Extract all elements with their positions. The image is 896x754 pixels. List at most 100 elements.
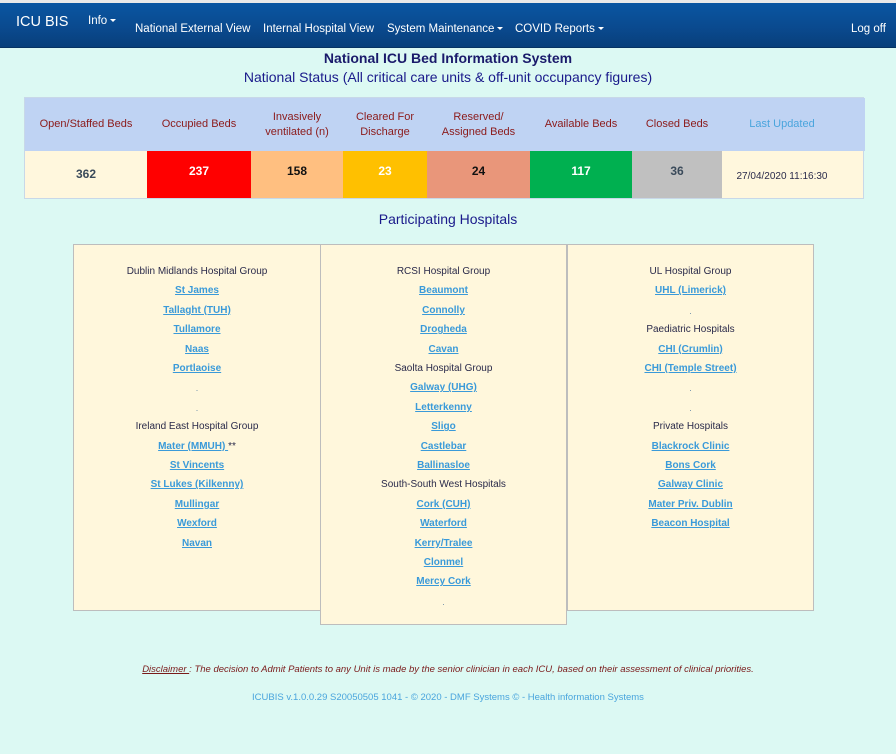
list-item: Portlaoise [74, 362, 320, 376]
hospital-link-tullamore[interactable]: Tullamore [173, 324, 220, 335]
list-item: Wexford [74, 517, 320, 531]
hospital-link-st-vincents[interactable]: St Vincents [170, 460, 224, 471]
hospital-link-mater-priv-dublin[interactable]: Mater Priv. Dublin [648, 499, 732, 510]
header-last-updated: Last Updated [749, 118, 815, 130]
disclaimer-text: : The decision to Admit Patients to any … [189, 664, 754, 675]
hospital-note-marker: ** [228, 440, 236, 452]
hospital-link-chi-crumlin[interactable]: CHI (Crumlin) [658, 344, 722, 355]
spacer-dot: . [442, 596, 445, 607]
nav-info-dropdown[interactable]: Info [88, 15, 117, 27]
list-item: St Lukes (Kilkenny) [74, 478, 320, 492]
list-item: Tullamore [74, 323, 320, 337]
hospital-link-letterkenny[interactable]: Letterkenny [415, 402, 472, 413]
header-reserved-assigned-beds: Reserved/ Assigned Beds [441, 110, 516, 138]
list-item: Cavan [321, 343, 566, 357]
list-item: Waterford [321, 517, 566, 531]
hospital-link-drogheda[interactable]: Drogheda [420, 324, 467, 335]
list-item: Ballinasloe [321, 459, 566, 473]
hospital-link-portlaoise[interactable]: Portlaoise [173, 363, 221, 374]
list-item: UHL (Limerick) [568, 284, 813, 298]
hospital-link-wexford[interactable]: Wexford [177, 518, 217, 529]
hospital-link-bons-cork[interactable]: Bons Cork [665, 460, 716, 471]
logoff-link[interactable]: Log off [851, 23, 886, 35]
hospital-link-clonmel[interactable]: Clonmel [424, 557, 463, 568]
spacer-dot: . [689, 305, 692, 316]
list-item: St Vincents [74, 459, 320, 473]
value-open-staffed-beds: 362 [25, 151, 147, 198]
nav-internal-hospital-view[interactable]: Internal Hospital View [263, 23, 374, 35]
hospital-link-cavan[interactable]: Cavan [428, 344, 458, 355]
hospital-link-connolly[interactable]: Connolly [422, 305, 465, 316]
list-item: Sligo [321, 420, 566, 434]
hospital-link-mater-mmuh[interactable]: Mater (MMUH) [158, 441, 228, 452]
hospital-link-mullingar[interactable]: Mullingar [175, 499, 219, 510]
footer-version: ICUBIS v.1.0.0.29 S20050505 1041 - © 202… [252, 692, 644, 703]
list-item: Navan [74, 537, 320, 551]
value-last-updated: 27/04/2020 11:16:30 [736, 171, 828, 182]
list-item: Galway Clinic [568, 478, 813, 492]
header-closed-beds: Closed Beds [645, 118, 709, 130]
nav-system-maintenance-label: System Maintenance [387, 23, 495, 35]
list-item: Bons Cork [568, 459, 813, 473]
value-closed-beds: 36 [632, 151, 722, 198]
hospital-link-tallaght-tuh[interactable]: Tallaght (TUH) [163, 305, 231, 316]
spacer-dot: . [689, 402, 692, 413]
hospital-link-st-james[interactable]: St James [175, 285, 219, 296]
list-item: Mullingar [74, 498, 320, 512]
hospital-panel-1: Dublin Midlands Hospital Group St James Ta… [73, 244, 321, 611]
hospital-link-beacon-hospital[interactable]: Beacon Hospital [651, 518, 729, 529]
brand-logo[interactable]: ICU BIS [16, 14, 68, 30]
hospital-link-naas[interactable]: Naas [185, 344, 209, 355]
header-cleared-for-discharge: Cleared For Discharge [355, 110, 415, 138]
list-item: Mater Priv. Dublin [568, 498, 813, 512]
list-item: Galway (UHG) [321, 381, 566, 395]
group-heading-rcsi-hospital-group: RCSI Hospital Group [396, 266, 491, 277]
hospital-link-blackrock-clinic[interactable]: Blackrock Clinic [652, 441, 730, 452]
list-item: Clonmel [321, 556, 566, 570]
group-heading-saolta-hospital-group: Saolta Hospital Group [394, 363, 493, 374]
hospital-link-galway-clinic[interactable]: Galway Clinic [658, 479, 723, 490]
list-item: Naas [74, 343, 320, 357]
header-available-beds: Available Beds [544, 118, 618, 130]
list-item: Kerry/Tralee [321, 537, 566, 551]
value-cleared-for-discharge: 23 [343, 151, 427, 198]
hospital-link-st-lukes-kilkenny[interactable]: St Lukes (Kilkenny) [151, 479, 244, 490]
nav-system-maintenance-dropdown[interactable]: System Maintenance [387, 23, 504, 35]
group-heading-ul-hospital-group: UL Hospital Group [649, 266, 732, 277]
value-occupied-beds: 237 [147, 151, 251, 198]
value-reserved-assigned-beds: 24 [427, 151, 530, 198]
group-heading-south-south-west-hospitals: South-South West Hospitals [381, 479, 506, 491]
group-heading-dublin-midlands-hospital-group: Dublin Midlands Hospital Group [126, 266, 268, 277]
hospital-link-mercy-cork[interactable]: Mercy Cork [416, 576, 470, 587]
page-subtitle: National Status (All critical care units… [243, 69, 653, 85]
spacer-dot: . [689, 383, 692, 394]
nav-covid-reports-dropdown[interactable]: COVID Reports [515, 23, 604, 35]
spacer-dot: . [195, 383, 199, 394]
list-item: CHI (Temple Street) [568, 362, 813, 376]
hospital-link-waterford[interactable]: Waterford [420, 518, 467, 529]
group-heading-paediatric-hospitals: Paediatric Hospitals [646, 324, 735, 336]
nav-info-label: Info [88, 15, 108, 27]
national-status-table: Open/Staffed Beds Occupied Beds Invasive… [24, 97, 865, 199]
value-available-beds: 117 [530, 151, 632, 198]
list-item: Letterkenny [321, 401, 566, 415]
list-item: Tallaght (TUH) [74, 304, 320, 318]
nav-national-external-view[interactable]: National External View [135, 23, 251, 35]
participating-hospitals-title: Participating Hospitals [378, 211, 518, 227]
hospital-link-castlebar[interactable]: Castlebar [421, 441, 467, 452]
hospital-link-sligo[interactable]: Sligo [431, 421, 455, 432]
caret-down-icon [497, 27, 504, 31]
hospital-link-navan[interactable]: Navan [182, 538, 212, 549]
hospital-link-ballinasloe[interactable]: Ballinasloe [417, 460, 470, 471]
status-value-row: 362 237 158 23 24 117 36 27/04/2020 11:1… [25, 151, 865, 198]
hospital-link-chi-temple-street[interactable]: CHI (Temple Street) [644, 363, 736, 374]
hospital-link-beaumont[interactable]: Beaumont [419, 285, 468, 296]
hospital-link-uhl-limerick[interactable]: UHL (Limerick) [655, 285, 726, 296]
hospital-link-cork-cuh[interactable]: Cork (CUH) [417, 499, 471, 510]
hospital-link-galway-uhg[interactable]: Galway (UHG) [410, 382, 477, 393]
list-item: Beacon Hospital [568, 517, 813, 531]
hospital-link-kerry-tralee[interactable]: Kerry/Tralee [415, 538, 473, 549]
list-item: Castlebar [321, 440, 566, 454]
disclaimer-label: Disclaimer [142, 664, 190, 675]
header-invasively-ventilated: Invasively ventilated (n) [265, 110, 329, 138]
